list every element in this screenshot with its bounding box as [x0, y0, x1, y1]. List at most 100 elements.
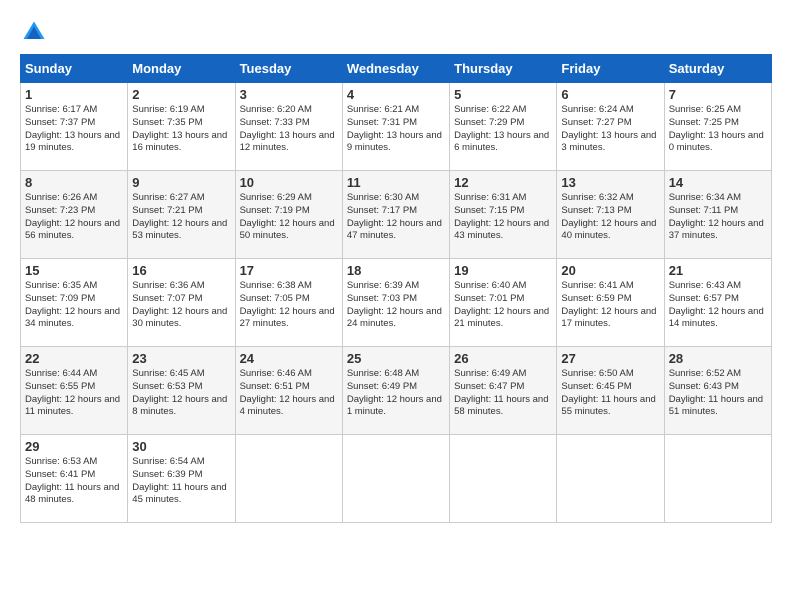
day-number: 14: [669, 175, 767, 190]
table-cell: [450, 435, 557, 523]
day-info: Sunrise: 6:25 AMSunset: 7:25 PMDaylight:…: [669, 104, 767, 155]
col-friday: Friday: [557, 55, 664, 83]
day-number: 9: [132, 175, 230, 190]
calendar-week-row: 15 Sunrise: 6:35 AMSunset: 7:09 PMDayligh…: [21, 259, 772, 347]
table-cell: 26 Sunrise: 6:49 AMSunset: 6:47 PMDayligh…: [450, 347, 557, 435]
table-cell: 27 Sunrise: 6:50 AMSunset: 6:45 PMDayligh…: [557, 347, 664, 435]
table-cell: 14Sunrise: 6:34 AMSunset: 7:11 PMDayligh…: [664, 171, 771, 259]
day-info: Sunrise: 6:17 AMSunset: 7:37 PMDaylight:…: [25, 104, 123, 155]
table-cell: [235, 435, 342, 523]
col-monday: Monday: [128, 55, 235, 83]
calendar-week-row: 8Sunrise: 6:26 AMSunset: 7:23 PMDaylight…: [21, 171, 772, 259]
day-number: 17: [240, 263, 338, 278]
col-sunday: Sunday: [21, 55, 128, 83]
table-cell: [342, 435, 449, 523]
day-number: 28: [669, 351, 767, 366]
table-cell: 24 Sunrise: 6:46 AMSunset: 6:51 PMDayligh…: [235, 347, 342, 435]
day-info: Sunrise: 6:22 AMSunset: 7:29 PMDaylight:…: [454, 104, 552, 155]
table-cell: 29 Sunrise: 6:53 AMSunset: 6:41 PMDayligh…: [21, 435, 128, 523]
table-cell: 17 Sunrise: 6:38 AMSunset: 7:05 PMDayligh…: [235, 259, 342, 347]
table-cell: 23 Sunrise: 6:45 AMSunset: 6:53 PMDayligh…: [128, 347, 235, 435]
day-number: 21: [669, 263, 767, 278]
table-cell: 2 Sunrise: 6:19 AMSunset: 7:35 PMDaylight…: [128, 83, 235, 171]
day-number: 30: [132, 439, 230, 454]
table-cell: 20 Sunrise: 6:41 AMSunset: 6:59 PMDayligh…: [557, 259, 664, 347]
day-info: Sunrise: 6:35 AMSunset: 7:09 PMDaylight:…: [25, 280, 123, 331]
day-info: Sunrise: 6:43 AMSunset: 6:57 PMDaylight:…: [669, 280, 767, 331]
day-number: 2: [132, 87, 230, 102]
table-cell: 6Sunrise: 6:24 AMSunset: 7:27 PMDaylight…: [557, 83, 664, 171]
day-info: Sunrise: 6:41 AMSunset: 6:59 PMDaylight:…: [561, 280, 659, 331]
table-cell: 5 Sunrise: 6:22 AMSunset: 7:29 PMDaylight…: [450, 83, 557, 171]
day-info: Sunrise: 6:49 AMSunset: 6:47 PMDaylight:…: [454, 368, 552, 419]
table-cell: 10 Sunrise: 6:29 AMSunset: 7:19 PMDayligh…: [235, 171, 342, 259]
day-info: Sunrise: 6:30 AMSunset: 7:17 PMDaylight:…: [347, 192, 445, 243]
day-info: Sunrise: 6:38 AMSunset: 7:05 PMDaylight:…: [240, 280, 338, 331]
calendar-week-row: 1 Sunrise: 6:17 AMSunset: 7:37 PMDaylight…: [21, 83, 772, 171]
day-number: 20: [561, 263, 659, 278]
day-info: Sunrise: 6:21 AMSunset: 7:31 PMDaylight:…: [347, 104, 445, 155]
day-number: 22: [25, 351, 123, 366]
day-number: 8: [25, 175, 123, 190]
table-cell: [664, 435, 771, 523]
table-cell: 28 Sunrise: 6:52 AMSunset: 6:43 PMDayligh…: [664, 347, 771, 435]
table-cell: 7 Sunrise: 6:25 AMSunset: 7:25 PMDaylight…: [664, 83, 771, 171]
table-cell: 25 Sunrise: 6:48 AMSunset: 6:49 PMDayligh…: [342, 347, 449, 435]
day-info: Sunrise: 6:29 AMSunset: 7:19 PMDaylight:…: [240, 192, 338, 243]
table-cell: [557, 435, 664, 523]
day-number: 26: [454, 351, 552, 366]
day-number: 5: [454, 87, 552, 102]
logo: [20, 18, 52, 46]
day-info: Sunrise: 6:36 AMSunset: 7:07 PMDaylight:…: [132, 280, 230, 331]
day-info: Sunrise: 6:50 AMSunset: 6:45 PMDaylight:…: [561, 368, 659, 419]
day-number: 27: [561, 351, 659, 366]
day-info: Sunrise: 6:54 AMSunset: 6:39 PMDaylight:…: [132, 456, 230, 507]
col-tuesday: Tuesday: [235, 55, 342, 83]
table-cell: 13 Sunrise: 6:32 AMSunset: 7:13 PMDayligh…: [557, 171, 664, 259]
day-info: Sunrise: 6:20 AMSunset: 7:33 PMDaylight:…: [240, 104, 338, 155]
table-cell: 16 Sunrise: 6:36 AMSunset: 7:07 PMDayligh…: [128, 259, 235, 347]
table-cell: 9Sunrise: 6:27 AMSunset: 7:21 PMDaylight…: [128, 171, 235, 259]
day-number: 25: [347, 351, 445, 366]
table-cell: 1 Sunrise: 6:17 AMSunset: 7:37 PMDaylight…: [21, 83, 128, 171]
day-number: 23: [132, 351, 230, 366]
day-number: 10: [240, 175, 338, 190]
day-info: Sunrise: 6:40 AMSunset: 7:01 PMDaylight:…: [454, 280, 552, 331]
day-info: Sunrise: 6:32 AMSunset: 7:13 PMDaylight:…: [561, 192, 659, 243]
day-number: 1: [25, 87, 123, 102]
table-cell: 8Sunrise: 6:26 AMSunset: 7:23 PMDaylight…: [21, 171, 128, 259]
day-info: Sunrise: 6:44 AMSunset: 6:55 PMDaylight:…: [25, 368, 123, 419]
logo-icon: [20, 18, 48, 46]
table-cell: 21 Sunrise: 6:43 AMSunset: 6:57 PMDayligh…: [664, 259, 771, 347]
day-info: Sunrise: 6:31 AMSunset: 7:15 PMDaylight:…: [454, 192, 552, 243]
day-info: Sunrise: 6:39 AMSunset: 7:03 PMDaylight:…: [347, 280, 445, 331]
day-number: 11: [347, 175, 445, 190]
day-number: 7: [669, 87, 767, 102]
table-cell: 19 Sunrise: 6:40 AMSunset: 7:01 PMDayligh…: [450, 259, 557, 347]
day-number: 24: [240, 351, 338, 366]
col-saturday: Saturday: [664, 55, 771, 83]
table-cell: 18Sunrise: 6:39 AMSunset: 7:03 PMDayligh…: [342, 259, 449, 347]
calendar-table: Sunday Monday Tuesday Wednesday Thursday…: [20, 54, 772, 523]
day-number: 16: [132, 263, 230, 278]
day-number: 29: [25, 439, 123, 454]
day-number: 19: [454, 263, 552, 278]
table-cell: 22 Sunrise: 6:44 AMSunset: 6:55 PMDayligh…: [21, 347, 128, 435]
day-number: 4: [347, 87, 445, 102]
calendar-week-row: 29 Sunrise: 6:53 AMSunset: 6:41 PMDayligh…: [21, 435, 772, 523]
day-info: Sunrise: 6:52 AMSunset: 6:43 PMDaylight:…: [669, 368, 767, 419]
day-info: Sunrise: 6:19 AMSunset: 7:35 PMDaylight:…: [132, 104, 230, 155]
day-info: Sunrise: 6:48 AMSunset: 6:49 PMDaylight:…: [347, 368, 445, 419]
day-number: 13: [561, 175, 659, 190]
day-number: 6: [561, 87, 659, 102]
table-cell: 11 Sunrise: 6:30 AMSunset: 7:17 PMDayligh…: [342, 171, 449, 259]
col-thursday: Thursday: [450, 55, 557, 83]
day-info: Sunrise: 6:46 AMSunset: 6:51 PMDaylight:…: [240, 368, 338, 419]
table-cell: 12Sunrise: 6:31 AMSunset: 7:15 PMDayligh…: [450, 171, 557, 259]
table-cell: 15 Sunrise: 6:35 AMSunset: 7:09 PMDayligh…: [21, 259, 128, 347]
day-info: Sunrise: 6:45 AMSunset: 6:53 PMDaylight:…: [132, 368, 230, 419]
day-number: 15: [25, 263, 123, 278]
day-info: Sunrise: 6:53 AMSunset: 6:41 PMDaylight:…: [25, 456, 123, 507]
calendar-week-row: 22 Sunrise: 6:44 AMSunset: 6:55 PMDayligh…: [21, 347, 772, 435]
col-wednesday: Wednesday: [342, 55, 449, 83]
